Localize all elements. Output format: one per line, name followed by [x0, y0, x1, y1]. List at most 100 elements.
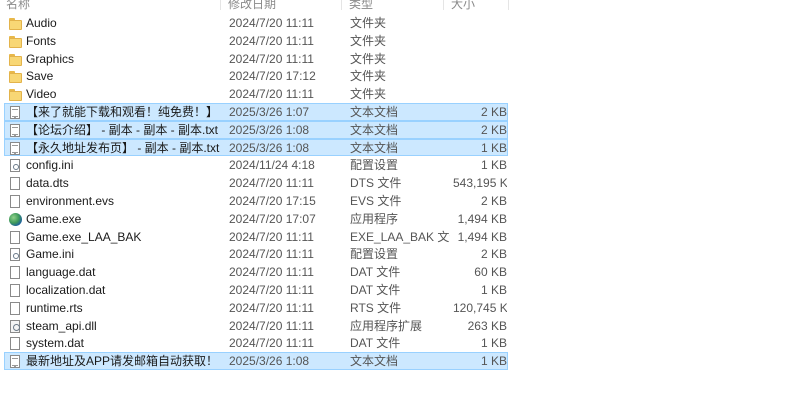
file-name: runtime.rts — [26, 300, 83, 315]
file-name: Video — [26, 87, 57, 102]
file-row[interactable]: 最新地址及APP请发邮箱自动获取！！！... 2025/3/26 1:08 文本文档… — [4, 352, 508, 370]
file-icon — [9, 283, 22, 297]
file-row[interactable]: Game.exe_LAA_BAK 2024/7/20 11:11 EXE_LAA_B… — [4, 228, 508, 246]
file-date: 2024/7/20 11:11 — [229, 51, 314, 66]
file-type: 应用程序 — [350, 211, 399, 226]
file-size: 263 KB — [467, 318, 507, 333]
file-type: EXE_LAA_BAK 文件 — [350, 229, 450, 244]
file-row[interactable]: 【来了就能下载和观看！纯免费！】 - 副... 2025/3/26 1:07 文本文… — [4, 102, 508, 121]
file-name: 【来了就能下载和观看！纯免费！】 - 副... — [26, 104, 220, 119]
file-row[interactable]: Save 2024/7/20 17:12 文件夹 — [4, 67, 508, 85]
folder-icon — [9, 88, 22, 102]
file-row[interactable]: system.dat 2024/7/20 11:11 DAT 文件 1 KB — [4, 334, 508, 352]
file-date: 2025/3/26 1:08 — [229, 140, 310, 155]
column-divider[interactable] — [443, 0, 444, 10]
file-date: 2024/7/20 17:12 — [229, 69, 316, 84]
settings-file-icon — [9, 248, 22, 262]
file-size: 120,745 KB — [453, 300, 507, 315]
file-size: 1 KB — [480, 354, 507, 369]
file-date: 2024/7/20 11:11 — [229, 282, 314, 297]
file-type: 文本文档 — [350, 354, 399, 369]
file-row[interactable]: environment.evs 2024/7/20 17:15 EVS 文件 2 KB — [4, 192, 508, 210]
file-row[interactable]: localization.dat 2024/7/20 11:11 DAT 文件 1 K… — [4, 281, 508, 299]
file-icon — [9, 194, 22, 208]
file-icon — [9, 337, 22, 351]
column-name-header[interactable]: 名称 — [6, 0, 30, 10]
file-date: 2024/7/20 11:11 — [229, 87, 314, 102]
file-row[interactable]: 【论坛介绍】 - 副本 - 副本 - 副本.txt 2025/3/26 1:08 文… — [4, 120, 508, 139]
file-row[interactable]: data.dts 2024/7/20 11:11 DTS 文件 543,195 KB — [4, 174, 508, 192]
folder-icon — [9, 35, 22, 48]
file-name: environment.evs — [26, 193, 115, 208]
file-size: 1 KB — [480, 158, 507, 173]
file-type: 文本文档 — [350, 140, 399, 155]
file-name: Audio — [26, 16, 57, 30]
file-date: 2025/3/26 1:08 — [229, 354, 310, 369]
file-type: 文本文档 — [350, 104, 399, 119]
file-type: DAT 文件 — [350, 336, 401, 351]
file-date: 2024/7/20 11:11 — [229, 247, 314, 262]
file-row[interactable]: Audio 2024/7/20 11:11 文件夹 — [4, 14, 508, 32]
file-row[interactable]: Game.exe 2024/7/20 17:07 应用程序 1,494 KB — [4, 210, 508, 228]
file-row[interactable]: language.dat 2024/7/20 11:11 DAT 文件 60 KB — [4, 263, 508, 281]
file-row[interactable]: Fonts 2024/7/20 11:11 文件夹 — [4, 32, 508, 50]
file-date: 2024/7/20 17:15 — [229, 193, 316, 208]
file-name: 最新地址及APP请发邮箱自动获取！！！... — [26, 354, 220, 369]
file-name: system.dat — [26, 336, 85, 351]
text-document-icon — [9, 123, 22, 137]
file-date: 2024/7/20 11:11 — [229, 16, 314, 30]
file-row[interactable]: Game.ini 2024/7/20 11:11 配置设置 2 KB — [4, 245, 508, 263]
file-size: 1,494 KB — [457, 229, 507, 244]
file-row[interactable]: 【永久地址发布页】 - 副本 - 副本.txt 2025/3/26 1:08 文本文… — [4, 138, 508, 157]
file-name: localization.dat — [26, 282, 106, 297]
file-type: 文件夹 — [350, 33, 387, 48]
file-date: 2024/7/20 11:11 — [229, 176, 314, 191]
file-icon — [9, 301, 22, 315]
column-date-header[interactable]: 修改日期 — [228, 0, 276, 10]
file-size: 60 KB — [474, 265, 507, 280]
file-row[interactable]: Video 2024/7/20 11:11 文件夹 — [4, 85, 508, 103]
file-type: DAT 文件 — [350, 265, 401, 280]
file-date: 2024/11/24 4:18 — [229, 158, 315, 173]
file-type: 文件夹 — [350, 87, 387, 102]
file-date: 2024/7/20 11:11 — [229, 265, 314, 280]
column-size-header[interactable]: 大小 — [451, 0, 475, 10]
column-header: 名称 修改日期 类型 大小 — [0, 0, 800, 10]
text-document-icon — [9, 141, 22, 155]
file-row[interactable]: runtime.rts 2024/7/20 11:11 RTS 文件 120,745 … — [4, 299, 508, 317]
file-row[interactable]: Graphics 2024/7/20 11:11 文件夹 — [4, 50, 508, 68]
column-divider[interactable] — [508, 0, 509, 10]
column-divider[interactable] — [220, 0, 221, 10]
file-size: 2 KB — [480, 104, 507, 119]
file-name: 【永久地址发布页】 - 副本 - 副本.txt — [26, 140, 220, 155]
column-divider[interactable] — [341, 0, 342, 10]
file-name: language.dat — [26, 265, 96, 280]
file-date: 2024/7/20 17:07 — [229, 211, 316, 226]
file-size: 2 KB — [480, 122, 507, 137]
file-name: Game.ini — [26, 247, 75, 262]
folder-icon — [9, 70, 22, 84]
file-date: 2024/7/20 11:11 — [229, 318, 314, 333]
file-date: 2024/7/20 11:11 — [229, 229, 314, 244]
file-name: config.ini — [26, 158, 74, 173]
text-document-icon — [9, 105, 22, 119]
file-type: 配置设置 — [350, 247, 399, 262]
file-size: 1 KB — [480, 140, 507, 155]
column-type-header[interactable]: 类型 — [349, 0, 373, 10]
settings-file-icon — [9, 159, 22, 173]
file-type: DTS 文件 — [350, 176, 402, 191]
file-name: Game.exe — [26, 211, 82, 226]
file-icon — [9, 266, 22, 280]
file-name: 【论坛介绍】 - 副本 - 副本 - 副本.txt — [26, 122, 218, 137]
file-icon — [9, 230, 22, 244]
file-date: 2024/7/20 11:11 — [229, 300, 314, 315]
file-size: 1 KB — [480, 336, 507, 351]
file-row[interactable]: steam_api.dll 2024/7/20 11:11 应用程序扩展 263 KB — [4, 317, 508, 335]
game-exe-icon — [9, 212, 22, 226]
file-type: 文件夹 — [350, 69, 387, 84]
file-size: 543,195 KB — [453, 176, 507, 191]
file-row[interactable]: config.ini 2024/11/24 4:18 配置设置 1 KB — [4, 156, 508, 174]
file-size: 2 KB — [480, 247, 507, 262]
file-name: Graphics — [26, 51, 75, 66]
file-name: Game.exe_LAA_BAK — [26, 229, 142, 244]
